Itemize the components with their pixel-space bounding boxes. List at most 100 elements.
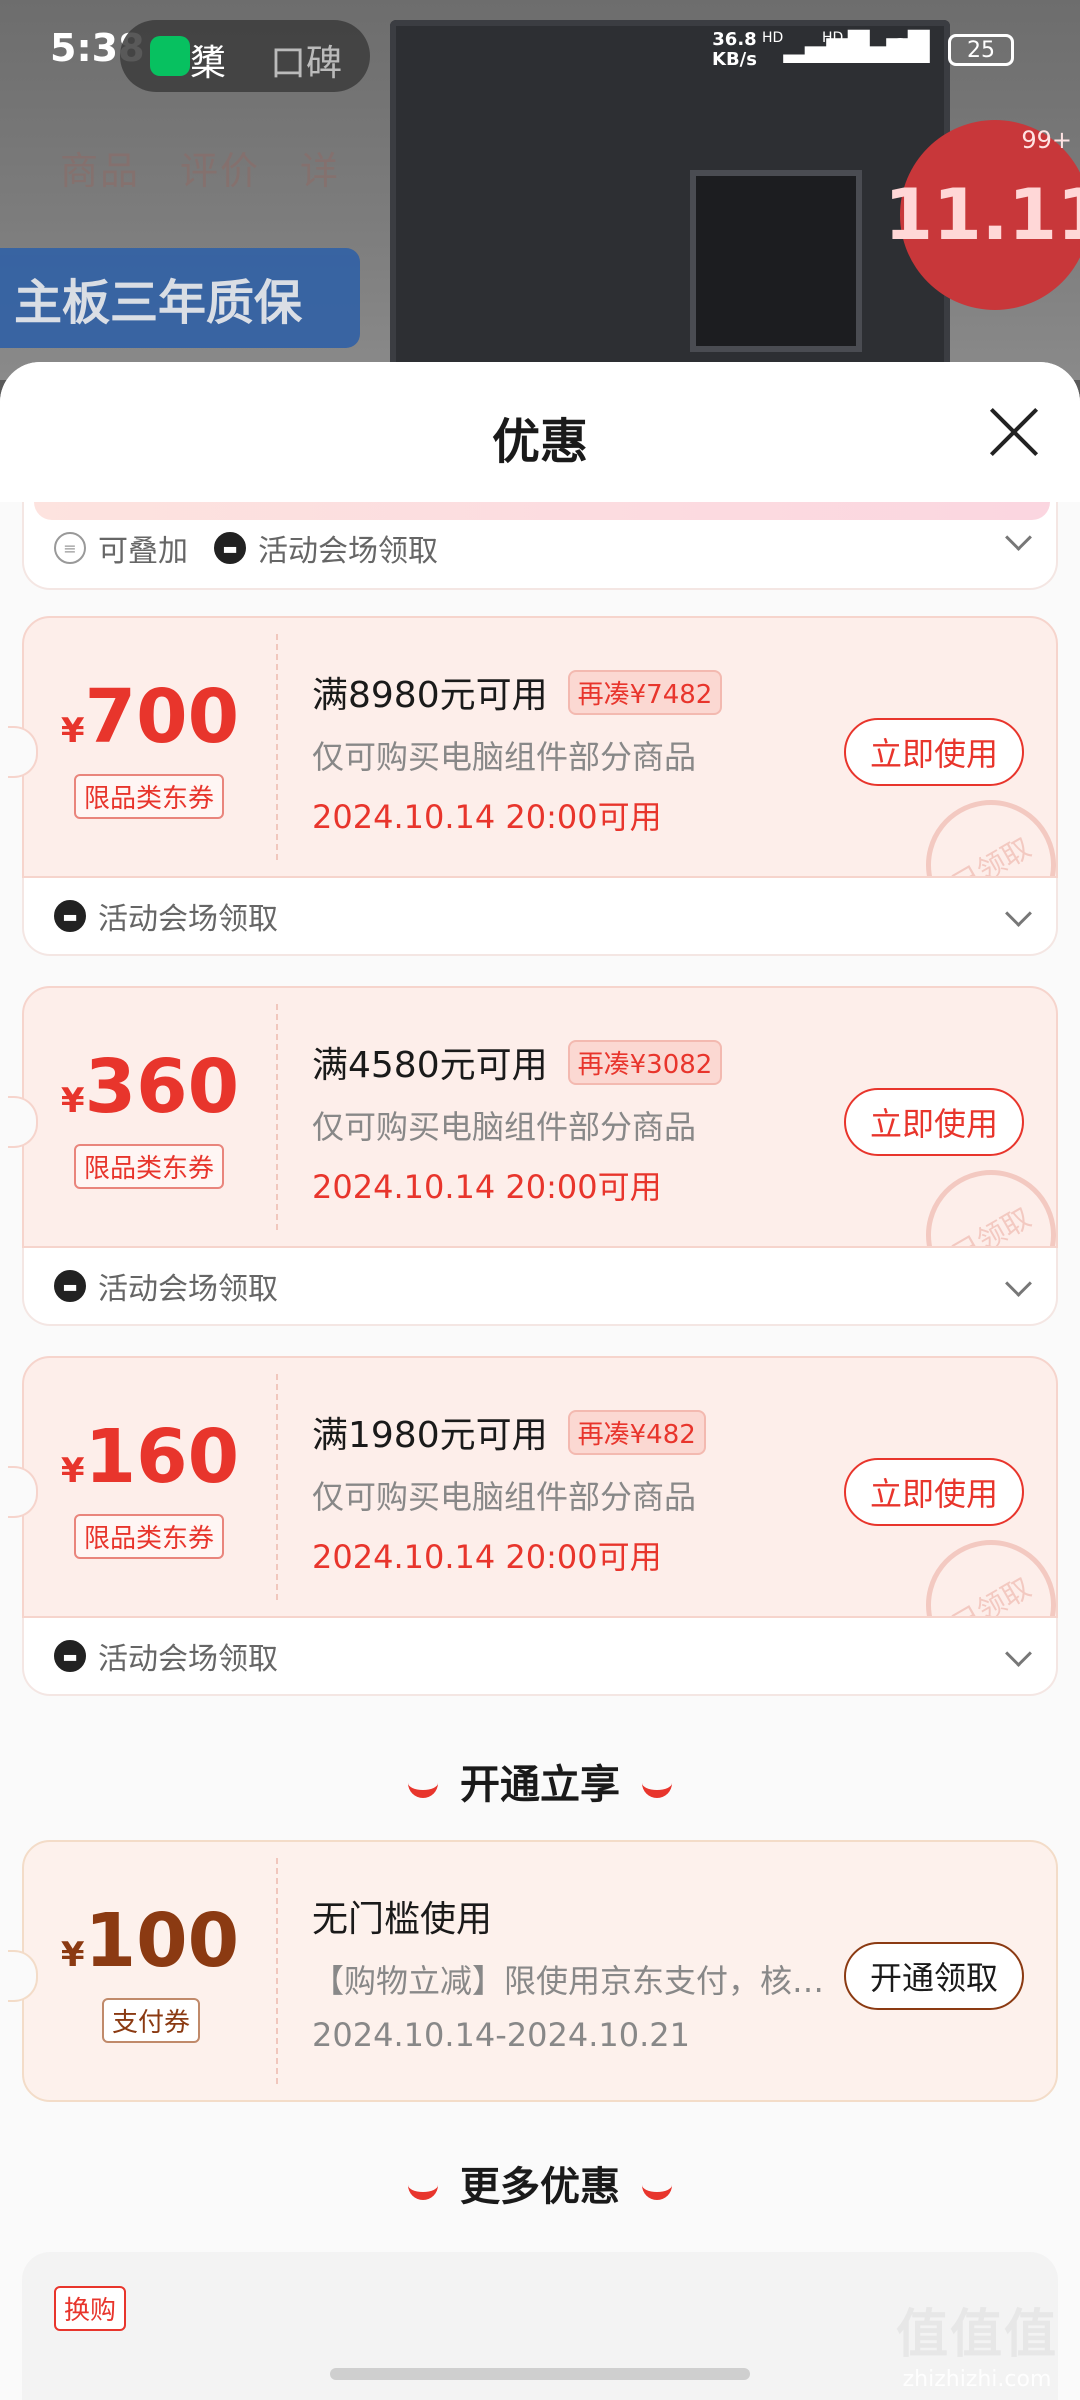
add-more-badge[interactable]: 再凑¥482 bbox=[567, 1409, 706, 1455]
discount-sheet: 优惠 ≡ 可叠加 ▬ 活动会场领取 ¥700 限品类东券 满8980元可用 再凑… bbox=[0, 362, 1080, 2400]
network-speed-unit: KB/s bbox=[712, 49, 757, 70]
app-label: 橥 bbox=[190, 43, 227, 84]
signal-2-hd: HD bbox=[822, 30, 844, 46]
venue-label: 活动会场领取 bbox=[258, 534, 438, 569]
venue-tag: ▬ 活动会场领取 bbox=[54, 894, 278, 938]
tab-details: 详 bbox=[300, 149, 341, 193]
tab-product: 商品 bbox=[60, 149, 141, 193]
promo-badge-count: 99+ bbox=[1021, 126, 1072, 154]
coupon-condition: 满1980元可用 再凑¥482 bbox=[312, 1406, 706, 1458]
sheet-header: 优惠 bbox=[0, 362, 1080, 502]
yen-symbol: ¥ bbox=[60, 1451, 85, 1491]
product-nav-tabs: 商品 评价 详 bbox=[60, 140, 340, 195]
smile-icon bbox=[408, 1776, 438, 1798]
watermark-site: zhizhizhi.com bbox=[902, 2367, 1052, 2392]
wechat-icon bbox=[150, 36, 190, 76]
yen-symbol: ¥ bbox=[60, 711, 85, 751]
claimed-stamp: 已领取 bbox=[902, 776, 1056, 876]
activate-claim-button[interactable]: 开通领取 bbox=[844, 1942, 1024, 2010]
tab-reviews: 评价 bbox=[180, 149, 261, 193]
venue-label: 活动会场领取 bbox=[98, 1642, 278, 1677]
coupon-description: 仅可购买电脑组件部分商品 bbox=[312, 738, 697, 776]
use-now-button[interactable]: 立即使用 bbox=[844, 718, 1024, 786]
coupon-type-badge: 支付券 bbox=[102, 1998, 201, 2043]
stack-icon: ≡ bbox=[54, 532, 86, 564]
coupon-amount: ¥360 bbox=[24, 1044, 276, 1130]
use-now-button[interactable]: 立即使用 bbox=[844, 1458, 1024, 1526]
smile-icon bbox=[408, 2178, 438, 2200]
ticket-icon: ▬ bbox=[54, 900, 86, 932]
section-title-open: 开通立享 bbox=[0, 1752, 1080, 1810]
coupon-footer[interactable]: ≡ 可叠加 ▬ 活动会场领取 bbox=[22, 502, 1058, 590]
coupon-threshold: 满8980元可用 bbox=[312, 675, 548, 716]
network-speed: 36.8 KB/s bbox=[712, 30, 757, 70]
signal-1-hd: HD bbox=[762, 30, 784, 46]
coupon-threshold: 无门槛使用 bbox=[312, 1899, 493, 1940]
coupon-date: 2024.10.14 20:00可用 bbox=[312, 798, 662, 836]
yen-symbol: ¥ bbox=[60, 1935, 85, 1975]
coupon-type-badge: 限品类东券 bbox=[74, 774, 225, 819]
watermark-logo: 值值值 bbox=[895, 2305, 1058, 2365]
coupon-date: 2024.10.14-2024.10.21 bbox=[312, 2016, 690, 2054]
coupon-condition: 无门槛使用 bbox=[312, 1890, 492, 1942]
coupon-value: 100 bbox=[84, 1898, 240, 1984]
stackable-tag: ≡ 可叠加 bbox=[54, 526, 188, 570]
coupon-threshold: 满4580元可用 bbox=[312, 1045, 548, 1086]
coupon-value: 160 bbox=[84, 1414, 240, 1500]
section-title-text: 开通立享 bbox=[460, 1762, 620, 1808]
sheet-title: 优惠 bbox=[491, 414, 588, 470]
coupon-value: 700 bbox=[84, 674, 240, 760]
coupon-condition: 满8980元可用 再凑¥7482 bbox=[312, 666, 723, 718]
section-title-text: 更多优惠 bbox=[460, 2164, 620, 2210]
claimed-stamp: 已领取 bbox=[902, 1516, 1056, 1616]
coupon-threshold: 满1980元可用 bbox=[312, 1415, 548, 1456]
status-bar: 5:38 橥 口碑 36.8 KB/s HD▂▄▆█ HD▂▄▆█ ◠ 25 bbox=[0, 0, 1080, 100]
ticket-icon: ▬ bbox=[214, 532, 246, 564]
claimed-stamp: 已领取 bbox=[902, 1146, 1056, 1246]
pay-coupon-card: ¥100 支付券 无门槛使用 【购物立减】限使用京东支付，核… 2024.10.… bbox=[8, 1840, 1058, 2180]
app2-label: 口碑 bbox=[270, 43, 343, 84]
coupon-type-badge: 限品类东券 bbox=[74, 1144, 225, 1189]
coupon-footer[interactable]: ▬ 活动会场领取 bbox=[22, 1248, 1058, 1326]
network-speed-value: 36.8 bbox=[712, 29, 757, 50]
coupon-card: ¥360 限品类东券 满4580元可用 再凑¥3082 仅可购买电脑组件部分商品… bbox=[8, 986, 1058, 1326]
use-now-button[interactable]: 立即使用 bbox=[844, 1088, 1024, 1156]
coupon-footer[interactable]: ▬ 活动会场领取 bbox=[22, 1618, 1058, 1696]
coupon-description: 仅可购买电脑组件部分商品 bbox=[312, 1478, 697, 1516]
coupon-card: ¥700 限品类东券 满8980元可用 再凑¥7482 仅可购买电脑组件部分商品… bbox=[8, 616, 1058, 956]
coupon-card: ¥160 限品类东券 满1980元可用 再凑¥482 仅可购买电脑组件部分商品 … bbox=[8, 1356, 1058, 1696]
coupon-body: ¥360 限品类东券 满4580元可用 再凑¥3082 仅可购买电脑组件部分商品… bbox=[22, 986, 1058, 1248]
venue-tag: ▬ 活动会场领取 bbox=[54, 1634, 278, 1678]
venue-tag: ▬ 活动会场领取 bbox=[214, 526, 438, 570]
coupon-amount: ¥700 bbox=[24, 674, 276, 760]
trade-in-badge: 换购 bbox=[54, 2286, 127, 2331]
coupon-description: 【购物立减】限使用京东支付，核… bbox=[312, 1962, 825, 2000]
coupon-amount: ¥160 bbox=[24, 1414, 276, 1500]
coupon-type-badge: 限品类东券 bbox=[74, 1514, 225, 1559]
venue-label: 活动会场领取 bbox=[98, 902, 278, 937]
add-more-badge[interactable]: 再凑¥7482 bbox=[567, 669, 723, 715]
promo-badge-text: 11.11 bbox=[884, 174, 1080, 256]
wifi-icon: ◠ bbox=[888, 30, 913, 63]
coupon-amount: ¥100 bbox=[24, 1898, 276, 1984]
smile-icon bbox=[642, 1776, 672, 1798]
floating-app-pill[interactable]: 橥 口碑 bbox=[120, 20, 370, 92]
smile-icon bbox=[642, 2178, 672, 2200]
coupon-body: ¥160 限品类东券 满1980元可用 再凑¥482 仅可购买电脑组件部分商品 … bbox=[22, 1356, 1058, 1618]
coupon-footer[interactable]: ▬ 活动会场领取 bbox=[22, 878, 1058, 956]
section-title-more: 更多优惠 bbox=[0, 2154, 1080, 2212]
coupon-value: 360 bbox=[84, 1044, 240, 1130]
watermark: 值值值 zhizhizhi.com bbox=[896, 2292, 1058, 2392]
coupon-description: 仅可购买电脑组件部分商品 bbox=[312, 1108, 697, 1146]
warranty-banner: 主板三年质保 bbox=[0, 248, 360, 348]
battery-icon: 25 bbox=[948, 34, 1014, 66]
coupon-date: 2024.10.14 20:00可用 bbox=[312, 1538, 662, 1576]
add-more-badge[interactable]: 再凑¥3082 bbox=[567, 1039, 723, 1085]
coupon-condition: 满4580元可用 再凑¥3082 bbox=[312, 1036, 723, 1088]
promo-badge: 11.11 99+ bbox=[884, 120, 1080, 310]
stackable-label: 可叠加 bbox=[98, 534, 188, 569]
close-icon[interactable] bbox=[984, 402, 1044, 462]
home-indicator[interactable] bbox=[330, 2368, 750, 2380]
yen-symbol: ¥ bbox=[60, 1081, 85, 1121]
venue-label: 活动会场领取 bbox=[98, 1272, 278, 1307]
